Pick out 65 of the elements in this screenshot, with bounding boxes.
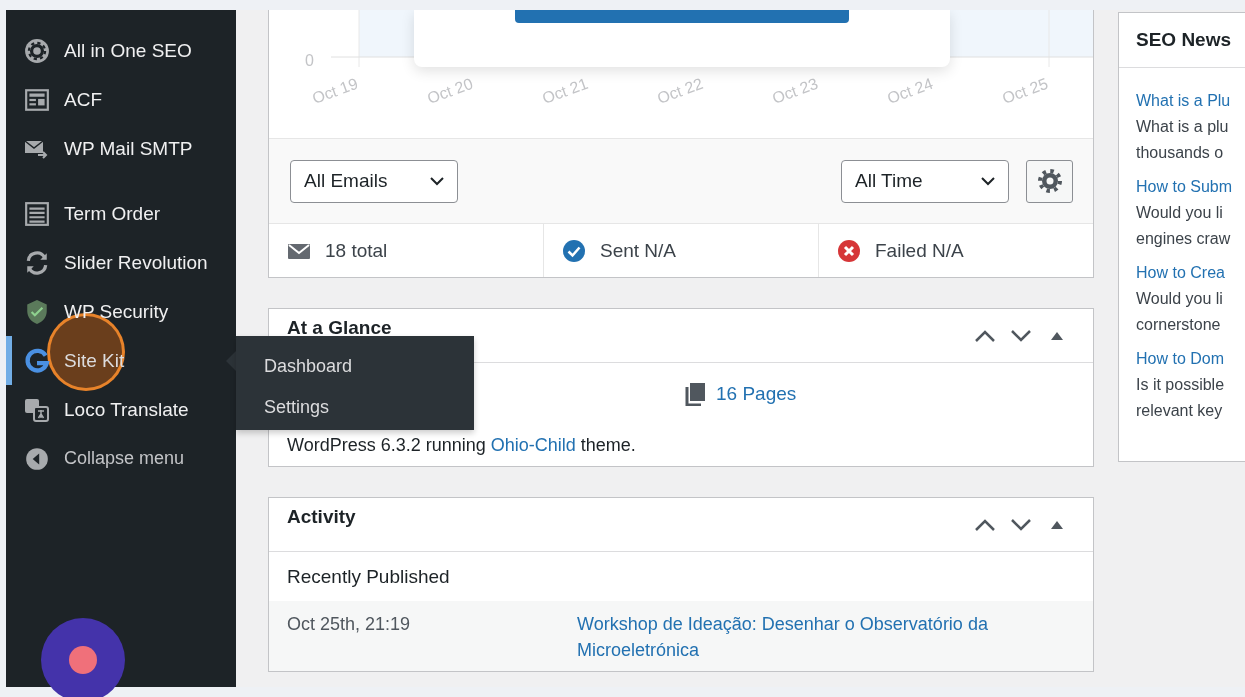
translate-icon <box>24 396 50 423</box>
chevron-down-icon <box>1010 329 1032 343</box>
g-logo-icon <box>24 347 50 374</box>
menu-item[interactable]: Slider Revolution <box>6 238 236 287</box>
news-link[interactable]: What is a Plu <box>1136 88 1245 114</box>
record-dot-icon <box>69 646 97 674</box>
grid-icon <box>24 86 50 113</box>
settings-button[interactable] <box>1026 159 1073 203</box>
collapse-icon <box>24 445 50 472</box>
chevron-down-icon <box>429 175 445 187</box>
submenu-item[interactable]: Settings <box>236 387 474 428</box>
news-excerpt: Would you li <box>1136 203 1224 223</box>
email-type-select[interactable]: All Emails <box>290 159 458 203</box>
version-text: WordPress 6.3.2 running Ohio-Child theme. <box>287 435 637 456</box>
axis-label: Oct 21 <box>539 74 591 107</box>
period-select[interactable]: All Time <box>841 159 1009 203</box>
pages-icon <box>684 382 706 406</box>
pages-count-link[interactable]: 16 Pages <box>684 382 797 406</box>
menu-item[interactable]: ACF <box>6 75 236 124</box>
chevron-down-icon <box>1010 518 1032 532</box>
axis-label: Oct 22 <box>654 74 706 107</box>
menu-item[interactable]: Loco Translate <box>6 385 236 434</box>
news-excerpt: Would you li <box>1136 289 1224 309</box>
shield-icon <box>24 298 50 325</box>
widget-title: At a Glance <box>287 317 393 339</box>
news-link[interactable]: How to Dom <box>1136 346 1245 372</box>
menu-item[interactable]: Term Order <box>6 189 236 238</box>
news-link[interactable]: How to Crea <box>1136 260 1245 286</box>
axis-label: 0 <box>305 52 314 69</box>
news-excerpt: relevant key <box>1136 401 1224 421</box>
settings-icon <box>1037 169 1062 193</box>
chevron-up-icon <box>974 329 996 343</box>
submenu-item[interactable]: Dashboard <box>236 346 474 387</box>
section-heading: Recently Published <box>286 565 451 589</box>
axis-label: Oct 23 <box>769 74 821 107</box>
error-circle-icon <box>837 238 861 263</box>
theme-link[interactable]: Ohio-Child <box>490 435 576 455</box>
triangle-up-icon <box>1050 520 1064 530</box>
chevron-down-icon <box>980 175 996 187</box>
stat-label: 18 total <box>325 239 388 262</box>
stat-label: Failed N/A <box>875 239 964 262</box>
gear-icon <box>24 37 50 64</box>
axis-label: Oct 25 <box>999 74 1051 107</box>
axis-label: Oct 19 <box>309 74 361 107</box>
news-excerpt: engines craw <box>1136 229 1232 249</box>
refresh-icon <box>24 249 50 276</box>
list-icon <box>24 200 50 227</box>
check-circle-icon <box>562 238 586 263</box>
news-link[interactable]: How to Subm <box>1136 174 1245 200</box>
widget-title: Activity <box>287 506 357 528</box>
news-excerpt: What is a plu <box>1136 117 1230 137</box>
stat-label: Sent N/A <box>600 239 677 262</box>
post-date: Oct 25th, 21:19 <box>287 613 412 636</box>
triangle-up-icon <box>1050 331 1064 341</box>
axis-label: Oct 24 <box>884 74 936 107</box>
menu-item[interactable]: All in One SEO <box>6 26 236 75</box>
menu-item[interactable]: WP Mail SMTP <box>6 124 236 173</box>
chevron-up-icon <box>974 518 996 532</box>
axis-label: Oct 20 <box>424 74 476 107</box>
post-link[interactable]: Workshop de Ideação: Desenhar o Observatório da Microeletrónica <box>577 611 1037 663</box>
news-excerpt: thousands o <box>1136 143 1225 163</box>
news-excerpt: Is it possible <box>1136 375 1226 395</box>
news-excerpt: cornerstone <box>1136 315 1222 335</box>
widget-title: SEO News <box>1136 29 1233 51</box>
collapse-menu-button[interactable]: Collapse menu <box>6 434 236 483</box>
